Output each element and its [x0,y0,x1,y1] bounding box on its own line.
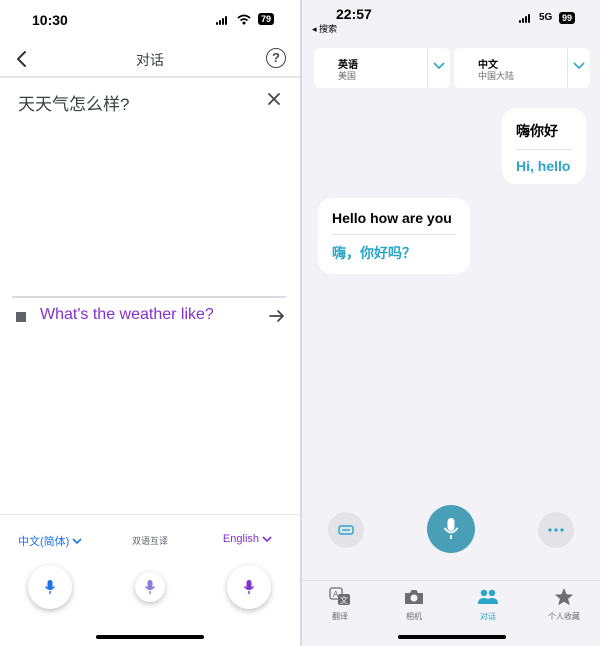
mic-icon [44,580,56,594]
chevron-down-icon [573,62,585,70]
battery-indicator: 99 [559,12,576,24]
apple-translate-screen: 22:57 ◂ 搜索 5G 99 英语 美国 中文 中国大陆 嗨你好 Hi, h… [302,0,600,646]
help-icon[interactable]: ? [266,48,286,68]
mic-icon [443,518,459,539]
message-bubble[interactable]: Hello how are you 嗨，你好吗？ [318,198,470,274]
message-original: Hello how are you [332,210,452,226]
tab-label: 翻译 [332,612,348,621]
microphone-button[interactable] [427,505,475,553]
tab-favorites[interactable]: 个人收藏 [534,587,594,622]
mic-icon [144,580,156,594]
message-original: 嗨你好 [516,123,558,139]
tab-bar: A 文 翻译 相机 对话 个人收藏 [302,580,600,646]
tab-label: 相机 [406,612,422,621]
svg-text:文: 文 [340,595,348,605]
status-time: 22:57 [336,6,372,22]
bubble-divider [516,149,572,150]
stop-audio-icon[interactable] [16,312,26,322]
source-text[interactable]: 天天气怎么样? [18,90,129,115]
tab-translate[interactable]: A 文 翻译 [310,587,370,622]
network-type: 5G [539,12,553,23]
chevron-down-icon [262,535,272,542]
translate-icon: A 文 [329,587,350,605]
message-translation: 嗨，你好吗？ [332,245,416,261]
status-bar: 22:57 ◂ 搜索 5G 99 [302,0,600,38]
source-mic-button[interactable] [28,565,72,609]
more-icon [548,528,564,532]
language-bar: 中文(简体) 双语互译 English [0,514,300,646]
people-icon [478,589,498,604]
left-language-region: 美国 [338,71,357,81]
camera-icon [405,590,423,604]
tab-label: 个人收藏 [548,612,580,621]
home-indicator[interactable] [398,635,506,639]
auto-mic-button[interactable] [135,572,165,602]
arrow-forward-icon[interactable] [268,308,286,324]
tab-conversation[interactable]: 对话 [458,587,518,622]
battery-indicator: 79 [258,13,275,25]
target-language-label: English [222,533,259,545]
status-bar: 10:30 79 [0,0,300,38]
back-to-search-link[interactable]: ◂ 搜索 [312,22,337,35]
target-mic-button[interactable] [227,565,271,609]
status-time: 10:30 [32,12,68,28]
page-title: 对话 [136,52,164,68]
left-language-picker[interactable]: 英语 美国 [314,48,450,88]
star-icon [554,588,574,606]
google-translate-screen: 10:30 79 对话 ? 天天气怎么样? What's the weather… [0,0,300,646]
top-app-bar: 对话 ? [0,40,300,78]
translated-text: What's the weather like? [40,306,214,323]
right-language-picker[interactable]: 中文 中国大陆 [454,48,590,88]
more-options-button[interactable] [538,512,574,548]
wifi-icon [237,14,251,25]
picker-separator [427,48,428,88]
home-indicator[interactable] [96,635,204,639]
bubble-divider [332,234,456,235]
mic-icon [243,580,255,594]
target-language-selector[interactable]: English [223,533,272,545]
chevron-down-icon [433,62,445,70]
screenshot-pair: 10:30 79 对话 ? 天天气怎么样? What's the weather… [0,0,600,646]
tab-camera[interactable]: 相机 [384,587,444,622]
signal-icon [216,15,227,25]
right-language-region: 中国大陆 [478,71,515,81]
close-icon[interactable] [266,91,282,107]
message-bubble[interactable]: 嗨你好 Hi, hello [502,108,586,184]
tab-label: 对话 [480,612,496,621]
text-panel-icon [338,525,354,535]
display-mode-button[interactable] [328,512,364,548]
message-translation: Hi, hello [516,158,571,174]
divider [12,296,286,298]
signal-icon [519,13,530,23]
picker-separator [567,48,568,88]
